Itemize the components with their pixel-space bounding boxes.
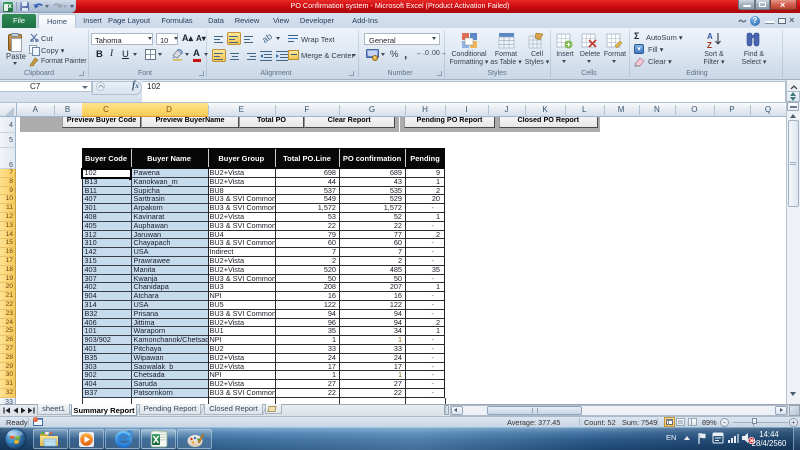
svg-text:Z: Z xyxy=(707,41,712,49)
svg-text:A: A xyxy=(707,32,713,41)
